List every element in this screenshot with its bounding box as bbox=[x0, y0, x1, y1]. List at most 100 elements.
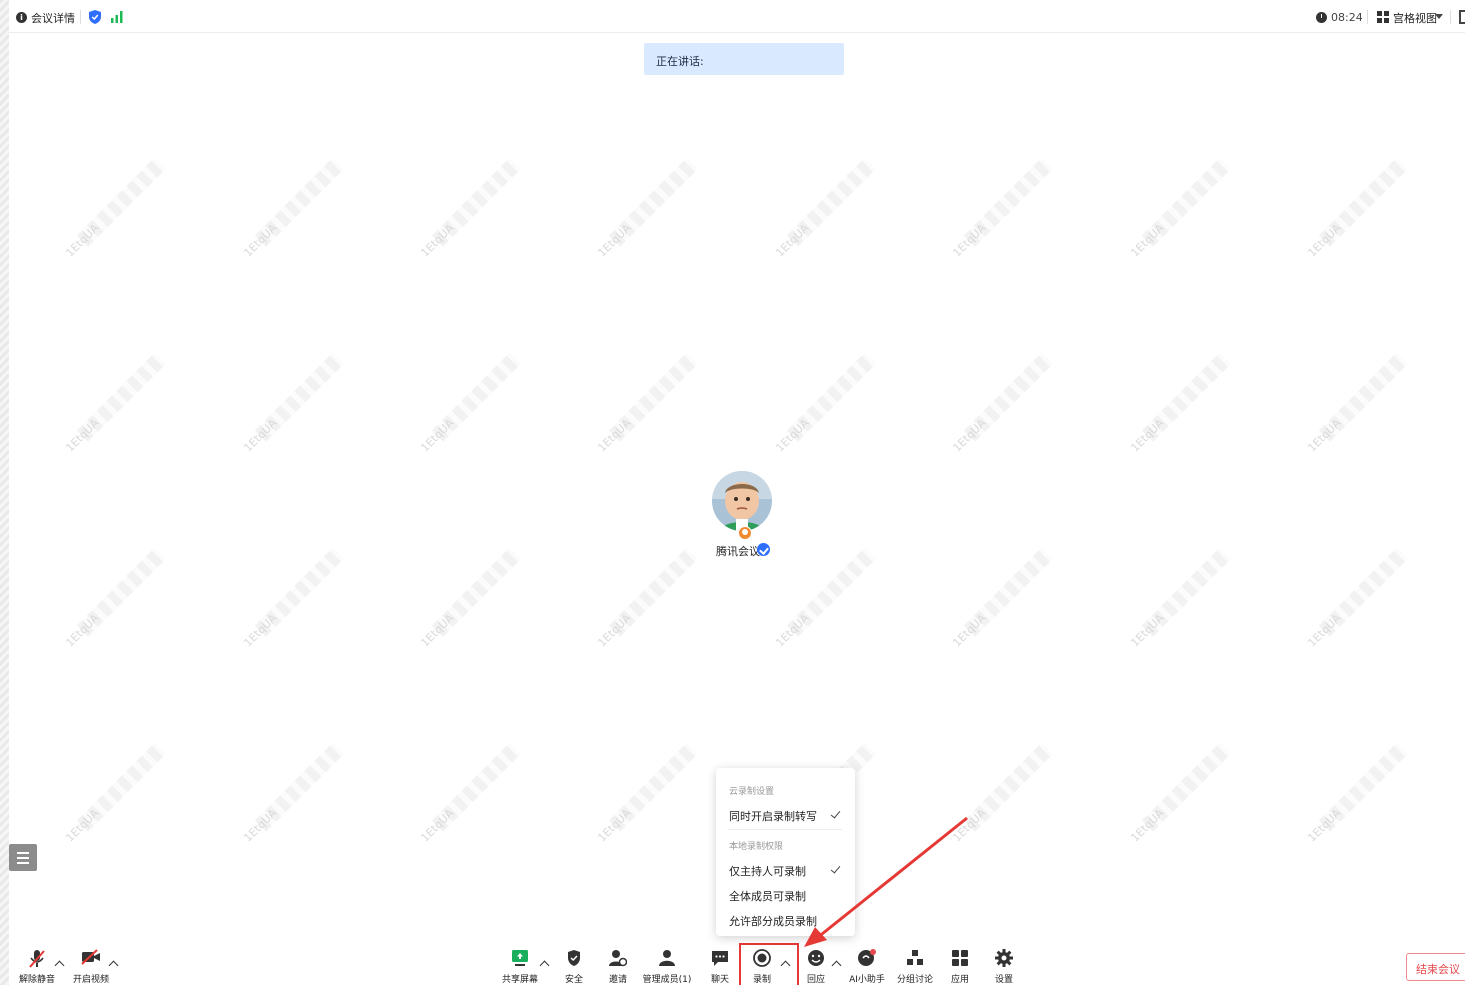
meeting-duration: 08:24 bbox=[1331, 11, 1363, 24]
security-button[interactable]: 安全 bbox=[557, 946, 591, 985]
list-icon bbox=[17, 852, 29, 854]
watermark: 1EtqUA bbox=[948, 741, 1055, 848]
react-button[interactable]: 回应 bbox=[799, 946, 833, 985]
watermark: 1EtqUA bbox=[239, 741, 346, 848]
watermark: 1EtqUA bbox=[416, 546, 523, 653]
host-badge-icon bbox=[738, 526, 752, 540]
camera-off-icon bbox=[81, 949, 100, 965]
chat-button[interactable]: 聊天 bbox=[703, 946, 737, 985]
watermark: 1EtqUA bbox=[1303, 351, 1410, 458]
top-bar: i 会议详情 08:24 宫格视图 bbox=[9, 0, 1465, 33]
settings-label: 设置 bbox=[994, 975, 1014, 985]
watermark: 1EtqUA bbox=[239, 546, 346, 653]
end-meeting-button[interactable]: 结束会议 bbox=[1406, 953, 1465, 981]
chat-label: 聊天 bbox=[710, 975, 730, 985]
gear-icon bbox=[995, 949, 1013, 967]
speaking-label: 正在讲话: bbox=[656, 55, 704, 68]
chat-bubble-icon bbox=[712, 951, 728, 966]
menu-item-all-members[interactable]: 全体成员可录制 bbox=[729, 888, 806, 904]
watermark: 1EtqUA bbox=[1126, 546, 1233, 653]
signal-strength-icon[interactable] bbox=[111, 11, 123, 23]
left-edge-strip bbox=[0, 0, 9, 985]
watermark: 1EtqUA bbox=[948, 156, 1055, 263]
watermark: 1EtqUA bbox=[61, 351, 168, 458]
cloud-record-heading: 云录制设置 bbox=[729, 787, 775, 797]
watermark: 1EtqUA bbox=[1303, 546, 1410, 653]
security-shield-icon bbox=[568, 950, 580, 966]
reaction-icon bbox=[808, 950, 824, 966]
ai-assistant-label: AI小助手 bbox=[849, 975, 885, 985]
react-options-chevron-icon[interactable] bbox=[831, 960, 842, 971]
record-highlight-box bbox=[739, 943, 799, 985]
apps-button[interactable]: 应用 bbox=[943, 946, 977, 985]
meeting-details-link[interactable]: 会议详情 bbox=[31, 10, 75, 26]
watermark: 1EtqUA bbox=[1303, 741, 1410, 848]
avatar[interactable] bbox=[712, 471, 772, 531]
shield-check-icon[interactable] bbox=[89, 10, 101, 24]
unmute-label: 解除静音 bbox=[18, 975, 56, 985]
watermark: 1EtqUA bbox=[771, 351, 878, 458]
watermark: 1EtqUA bbox=[1126, 741, 1233, 848]
watermark: 1EtqUA bbox=[239, 156, 346, 263]
microphone-muted-icon bbox=[29, 950, 45, 968]
menu-divider bbox=[728, 829, 842, 830]
settings-button[interactable]: 设置 bbox=[987, 946, 1021, 985]
watermark: 1EtqUA bbox=[416, 156, 523, 263]
ai-assistant-button[interactable]: AI小助手 bbox=[845, 946, 889, 985]
member-list-toggle-button[interactable] bbox=[9, 844, 37, 871]
fullscreen-icon[interactable] bbox=[1459, 10, 1465, 24]
unmute-button[interactable]: 解除静音 bbox=[15, 946, 59, 985]
menu-item-transcribe[interactable]: 同时开启录制转写 bbox=[729, 808, 817, 824]
watermark: 1EtqUA bbox=[239, 351, 346, 458]
local-record-heading: 本地录制权限 bbox=[729, 842, 784, 852]
manage-members-label: 管理成员(1) bbox=[642, 975, 692, 985]
invite-label: 邀请 bbox=[608, 975, 628, 985]
end-meeting-label: 结束会议 bbox=[1416, 963, 1460, 976]
divider bbox=[80, 10, 81, 24]
share-options-chevron-icon[interactable] bbox=[539, 960, 550, 971]
meeting-stage: 1EtqUA 1EtqUA 1EtqUA 1EtqUA 1EtqUA 1EtqUA 1Etq… bbox=[9, 0, 1465, 985]
start-video-label: 开启视频 bbox=[72, 975, 110, 985]
invite-button[interactable]: 邀请 bbox=[601, 946, 635, 985]
menu-item-some-members[interactable]: 允许部分成员录制 bbox=[729, 913, 817, 929]
view-mode-selector[interactable]: 宫格视图 bbox=[1393, 10, 1437, 26]
watermark: 1EtqUA bbox=[416, 741, 523, 848]
watermark: 1EtqUA bbox=[593, 351, 700, 458]
start-video-button[interactable]: 开启视频 bbox=[69, 946, 113, 985]
info-icon[interactable]: i bbox=[16, 12, 27, 23]
security-label: 安全 bbox=[564, 975, 584, 985]
watermark: 1EtqUA bbox=[771, 156, 878, 263]
share-screen-label: 共享屏幕 bbox=[501, 975, 539, 985]
breakout-label: 分组讨论 bbox=[896, 975, 934, 985]
check-icon bbox=[830, 863, 841, 874]
apps-grid-icon bbox=[952, 950, 968, 966]
watermark: 1EtqUA bbox=[61, 546, 168, 653]
menu-item-host-only[interactable]: 仅主持人可录制 bbox=[729, 863, 806, 879]
members-icon bbox=[659, 950, 675, 966]
chevron-down-icon[interactable] bbox=[1435, 14, 1443, 19]
speaking-indicator: 正在讲话: bbox=[644, 43, 844, 75]
grid-view-icon[interactable] bbox=[1377, 11, 1389, 23]
verified-icon bbox=[757, 543, 770, 556]
watermark: 1EtqUA bbox=[1126, 351, 1233, 458]
watermark: 1EtqUA bbox=[948, 351, 1055, 458]
divider bbox=[1367, 10, 1368, 24]
ai-assistant-icon bbox=[858, 949, 876, 966]
watermark: 1EtqUA bbox=[593, 741, 700, 848]
clock-icon bbox=[1316, 12, 1327, 23]
share-screen-button[interactable]: 共享屏幕 bbox=[500, 946, 540, 985]
watermark: 1EtqUA bbox=[948, 546, 1055, 653]
watermark: 1EtqUA bbox=[1126, 156, 1233, 263]
breakout-rooms-icon bbox=[907, 950, 923, 965]
avatar-image bbox=[712, 471, 772, 531]
share-screen-icon bbox=[512, 950, 528, 966]
invite-user-icon bbox=[609, 950, 627, 967]
breakout-button[interactable]: 分组讨论 bbox=[893, 946, 937, 985]
watermark: 1EtqUA bbox=[61, 156, 168, 263]
manage-members-button[interactable]: 管理成员(1) bbox=[641, 946, 693, 985]
watermark: 1EtqUA bbox=[593, 546, 700, 653]
watermark: 1EtqUA bbox=[1303, 156, 1410, 263]
watermark: 1EtqUA bbox=[593, 156, 700, 263]
react-label: 回应 bbox=[806, 975, 826, 985]
watermark: 1EtqUA bbox=[771, 546, 878, 653]
